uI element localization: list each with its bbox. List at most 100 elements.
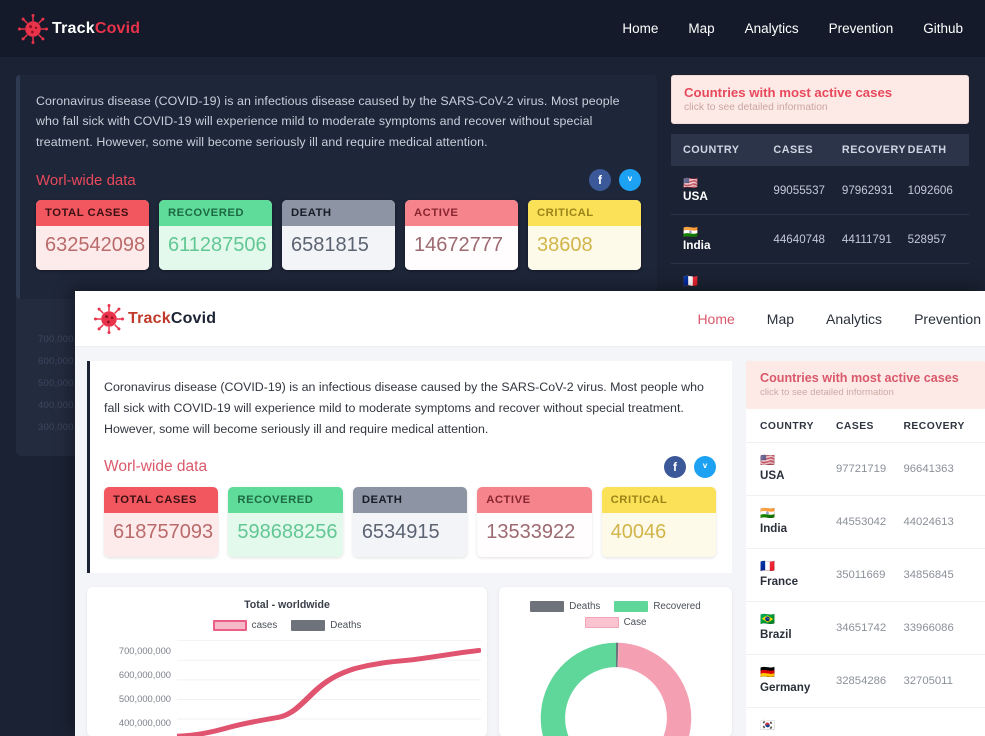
table-row[interactable]: 🇮🇳 India 44553042 44024613 — [746, 495, 985, 548]
flag-icon: 🇰🇷 — [760, 718, 775, 732]
legend-item-cases[interactable]: cases — [212, 620, 277, 632]
stat-label: CRITICAL — [601, 487, 717, 514]
recovery-cell: 97962931 — [841, 183, 894, 197]
light-app-window: TrackCovid Home Map Analytics Prevention… — [75, 291, 985, 736]
worldwide-data-title-dark: Worl-wide data — [36, 171, 136, 189]
stat-card-active-dark[interactable]: ACTIVE 14672777 — [405, 200, 518, 271]
facebook-icon[interactable]: f — [664, 456, 686, 479]
nav-item-prevention[interactable]: Prevention — [914, 311, 981, 327]
stat-card-recovered-dark[interactable]: RECOVERED 611287506 — [159, 200, 272, 271]
brand-logo-light[interactable]: TrackCovid — [94, 303, 217, 334]
flag-icon: 🇩🇪 — [760, 665, 775, 679]
stat-card-critical-dark[interactable]: CRITICAL 38608 — [528, 200, 641, 271]
donut-chart-legend-row2: Case — [509, 617, 722, 629]
stat-label: TOTAL CASES — [104, 487, 219, 514]
country-cell: 🇩🇪 Germany — [760, 666, 836, 696]
country-cell: 🇮🇳 India — [760, 507, 836, 537]
nav-item-map[interactable]: Map — [767, 311, 794, 327]
col-header-country: COUNTRY — [760, 421, 815, 432]
twitter-icon[interactable]: ᵛ — [618, 169, 641, 192]
stat-value: 598688256 — [228, 513, 343, 558]
legend-swatch-case — [584, 617, 619, 629]
stat-value: 6534915 — [352, 513, 468, 558]
countries-banner-light[interactable]: Countries with most active cases click t… — [746, 361, 985, 409]
legend-swatch-deaths — [530, 601, 565, 613]
nav-item-map[interactable]: Map — [688, 21, 714, 36]
table-row-partial[interactable]: 🇰🇷 — [746, 707, 985, 736]
country-cell: 🇺🇸 USA — [760, 454, 836, 484]
cases-cell: 32854286 — [835, 675, 887, 687]
light-section-header: Worl-wide data f ᵛ — [104, 456, 716, 479]
stat-label: ACTIVE — [477, 487, 592, 514]
line-chart-legend: cases Deaths — [97, 620, 477, 632]
countries-table-light: COUNTRY CASES RECOVERY 🇺🇸 USA 97721719 9… — [746, 409, 985, 736]
countries-banner-dark[interactable]: Countries with most active cases click t… — [670, 75, 969, 124]
nav-item-home[interactable]: Home — [697, 311, 734, 327]
nav-item-prevention[interactable]: Prevention — [829, 21, 894, 36]
legend-item-deaths[interactable]: Deaths — [291, 620, 361, 632]
stat-card-total-cases-light[interactable]: TOTAL CASES 618757093 — [104, 487, 219, 558]
country-cell: 🇫🇷 France — [760, 560, 836, 590]
death-cell: 528957 — [907, 232, 947, 246]
stat-card-recovered-light[interactable]: RECOVERED 598688256 — [228, 487, 343, 558]
legend-item-deaths[interactable]: Deaths — [530, 601, 600, 613]
recovery-cell: 44111791 — [841, 232, 892, 246]
facebook-icon[interactable]: f — [588, 169, 611, 192]
brand-name-part1: Track — [52, 19, 95, 37]
stat-label: RECOVERED — [228, 487, 343, 514]
table-row[interactable]: 🇧🇷 Brazil 34651742 33966086 — [746, 601, 985, 654]
nav-item-github[interactable]: Github — [923, 21, 963, 36]
line-chart-plot-area — [174, 639, 483, 736]
covid-description-light: Coronavirus disease (COVID-19) is an inf… — [104, 380, 704, 436]
line-chart-total-worldwide[interactable]: Total - worldwide cases Deaths 700,000,0… — [87, 587, 487, 736]
nav-item-analytics[interactable]: Analytics — [826, 311, 882, 327]
ytick-500m: 500,000,000 — [118, 693, 171, 705]
stat-card-total-cases-dark[interactable]: TOTAL CASES 632542098 — [36, 200, 149, 271]
col-header-recovery: RECOVERY — [841, 144, 907, 156]
donut-chart-case-distribution[interactable]: Deaths Recovered Case — [499, 587, 732, 736]
chart-title: Total - worldwide — [244, 599, 330, 612]
dark-section-header: Worl-wide data f ᵛ — [36, 169, 641, 192]
table-row[interactable]: 🇫🇷 France 35011669 34856845 — [746, 548, 985, 601]
country-name: USA — [682, 189, 708, 203]
table-header-row: COUNTRY CASES RECOVERY DEATH — [670, 134, 969, 166]
table-row[interactable]: 🇮🇳 India 44640748 44111791 528957 — [670, 215, 969, 264]
donut-svg — [540, 643, 691, 736]
table-row[interactable]: 🇩🇪 Germany 32854286 32705011 — [746, 654, 985, 707]
ytick-700m: 700,000,000 — [118, 645, 171, 657]
stat-card-death-dark[interactable]: DEATH 6581815 — [282, 200, 395, 271]
dark-social-links: f ᵛ — [588, 169, 641, 192]
legend-item-case[interactable]: Case — [584, 617, 646, 629]
stat-card-death-light[interactable]: DEATH 6534915 — [352, 487, 468, 558]
dark-nav-links: Home Map Analytics Prevention Github — [622, 21, 963, 36]
light-info-panel: Coronavirus disease (COVID-19) is an inf… — [87, 361, 732, 574]
country-name: India — [682, 238, 711, 252]
dark-countries-panel: Countries with most active cases click t… — [670, 75, 969, 299]
flag-icon: 🇧🇷 — [760, 612, 775, 626]
stat-value: 13533922 — [477, 513, 592, 558]
brand-name-part2: Covid — [170, 309, 217, 327]
nav-item-home[interactable]: Home — [622, 21, 658, 36]
stat-value: 6581815 — [282, 226, 395, 271]
cases-cell: 44553042 — [835, 516, 887, 528]
twitter-icon[interactable]: ᵛ — [694, 456, 716, 479]
col-header-recovery: RECOVERY — [903, 421, 965, 432]
brand-name-part1: Track — [128, 309, 171, 327]
stat-card-critical-light[interactable]: CRITICAL 40046 — [601, 487, 717, 558]
recovery-cell: 32705011 — [903, 675, 953, 687]
table-row[interactable]: 🇺🇸 USA 99055537 97962931 1092606 — [670, 166, 969, 215]
nav-item-analytics[interactable]: Analytics — [745, 21, 799, 36]
brand-logo-dark[interactable]: TrackCovid — [18, 13, 140, 44]
legend-item-recovered[interactable]: Recovered — [614, 601, 701, 613]
countries-table-dark: COUNTRY CASES RECOVERY DEATH 🇺🇸 USA 9905… — [670, 134, 969, 299]
donut-wrapper — [509, 632, 722, 736]
banner-subtitle: click to see detailed information — [760, 387, 894, 398]
table-row[interactable]: 🇺🇸 USA 97721719 96641363 — [746, 442, 985, 495]
banner-title: Countries with most active cases — [760, 371, 959, 385]
stat-card-active-light[interactable]: ACTIVE 13533922 — [477, 487, 592, 558]
light-nav-links: Home Map Analytics Prevention — [697, 311, 985, 327]
cases-cell: 34651742 — [835, 622, 887, 634]
covid-description-dark: Coronavirus disease (COVID-19) is an inf… — [36, 94, 620, 149]
dark-content-area: Coronavirus disease (COVID-19) is an inf… — [0, 57, 985, 299]
stat-value: 40046 — [601, 513, 717, 558]
